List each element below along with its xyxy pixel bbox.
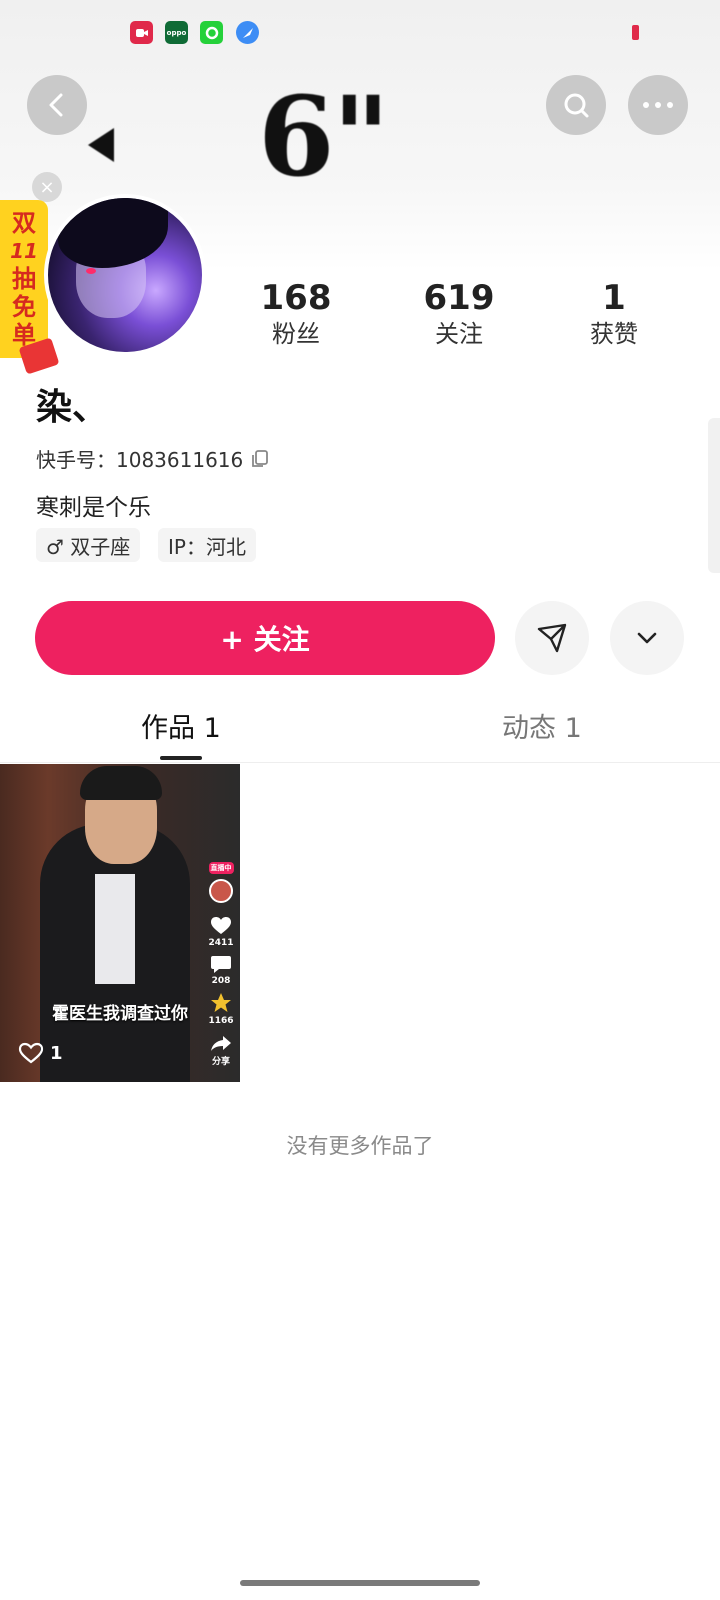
no-more-works-text: 没有更多作品了 [286,1134,434,1158]
user-id: 快手号：1083611616 [36,444,271,473]
copy-icon[interactable] [249,448,271,470]
live-badge: 直播中 [208,862,234,874]
send-icon [537,623,567,653]
user-id-text: 快手号：1083611616 [36,448,244,472]
video-hair [80,766,162,800]
stat-label: 关注 [435,320,483,348]
heart-icon [211,917,231,934]
video-app-icon [130,21,153,44]
more-dots-icon [643,102,673,108]
status-bar: oppo [0,0,720,60]
browser-app-icon [236,21,259,44]
search-button[interactable] [546,75,606,135]
more-button[interactable] [628,75,688,135]
green-app-icon [200,21,223,44]
video-like-count: 1 [50,1042,63,1064]
comment-count: 208 [211,976,231,986]
avatar-eye [86,268,96,274]
cover-arrow-graphic [88,128,114,162]
bio: 寒刺是个乐 [36,495,151,521]
username: 染、 [36,387,109,428]
comment-icon [211,956,231,973]
oppo-app-label: oppo [166,28,187,37]
tab-moments[interactable]: 动态 1 [502,706,582,745]
home-indicator[interactable] [240,1580,480,1586]
chevron-left-icon [49,93,63,117]
stat-value: 1 [602,278,626,318]
dropdown-button[interactable] [610,601,684,675]
side-panel-handle[interactable] [708,418,720,573]
promo-char: 免 [12,293,36,321]
video-caption: 霍医生我调查过你 [52,1004,188,1024]
tabs-divider [0,762,720,763]
heart-outline-icon [18,1042,44,1064]
follow-button[interactable]: + 关注 [35,601,495,675]
stat-value: 619 [423,278,495,318]
close-icon: × [39,176,55,198]
video-avatar-icon [209,879,233,903]
back-button[interactable] [27,75,87,135]
like-count: 2411 [208,938,234,948]
recording-indicator [632,25,639,40]
chevron-down-icon [637,632,657,644]
cover-text: 6" [258,72,390,201]
tab-active-indicator [160,756,202,760]
stat-following[interactable]: 619 关注 [389,278,529,350]
avatar[interactable] [44,194,206,356]
promo-char: 双 [12,209,36,237]
promo-char: 11 [10,239,38,263]
video-likes: 1 [18,1042,63,1064]
tag-ip-location: IP：河北 [158,528,256,562]
video-thumbnail[interactable]: 直播中 2411 208 1166 分享 霍医生我调查过你 1 [0,764,240,1082]
stat-fans[interactable]: 168 粉丝 [226,278,366,350]
stat-label: 粉丝 [272,320,320,348]
tag-zodiac: ♂ 双子座 [36,528,141,562]
oppo-app-icon: oppo [165,21,188,44]
promo-char: 抽 [12,265,36,293]
share-arrow-icon [211,1036,231,1051]
stat-value: 168 [260,278,332,318]
stat-label: 获赞 [590,320,638,348]
avatar-hair [58,198,168,268]
stat-likes[interactable]: 1 获赞 [544,278,684,350]
promo-banner[interactable]: 双 11 抽 免 单 [0,200,48,358]
video-side-actions: 直播中 2411 208 1166 分享 [204,854,238,1067]
video-shirt [95,874,135,984]
tab-works[interactable]: 作品 1 [141,706,221,745]
share-button[interactable] [515,601,589,675]
share-label: 分享 [211,1057,230,1067]
search-icon [564,93,589,118]
